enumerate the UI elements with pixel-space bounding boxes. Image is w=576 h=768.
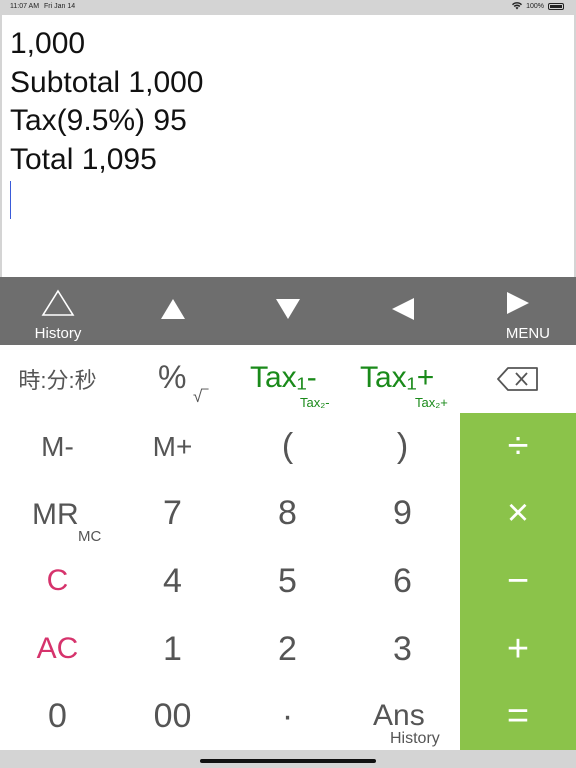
ans-history-label: History: [390, 730, 440, 747]
paren-close-key[interactable]: ): [345, 413, 460, 480]
tax1-minus-label: Tax₁-: [250, 361, 317, 394]
wifi-icon: [512, 2, 523, 10]
time-key[interactable]: 時:分:秒: [0, 345, 115, 413]
arrow-up-icon: [161, 298, 185, 319]
arrow-left-icon: [392, 297, 414, 320]
cursor-down-button[interactable]: [248, 277, 328, 345]
history-label: History: [34, 325, 82, 342]
cursor-left-button[interactable]: [363, 277, 443, 345]
subtract-key[interactable]: −: [460, 547, 576, 615]
m-minus-key[interactable]: M-: [0, 413, 115, 480]
digit-8-key[interactable]: 8: [230, 480, 345, 547]
m-plus-key[interactable]: M+: [115, 413, 230, 480]
digit-3-key[interactable]: 3: [345, 615, 460, 683]
digit-0-key[interactable]: 0: [0, 683, 115, 750]
tax2-plus-label: Tax₂+: [415, 395, 448, 410]
double-zero-key[interactable]: 00: [115, 683, 230, 750]
equals-key[interactable]: =: [460, 683, 576, 750]
cursor-up-button[interactable]: [133, 277, 213, 345]
status-right: 100%: [512, 2, 564, 10]
tax1-plus-key[interactable]: Tax₁+ Tax₂+: [345, 345, 460, 413]
status-bar: 11:07 AM Fri Jan 14 100%: [0, 0, 576, 14]
digit-4-key[interactable]: 4: [115, 547, 230, 615]
root-label: √‾: [193, 387, 208, 406]
backspace-icon: [497, 367, 538, 391]
all-clear-key[interactable]: AC: [0, 615, 115, 683]
divide-key[interactable]: ÷: [460, 413, 576, 480]
multiply-key[interactable]: ×: [460, 480, 576, 547]
percent-key[interactable]: % √‾: [115, 345, 230, 413]
display-line-entry: 1,000: [10, 27, 86, 60]
home-bar: [0, 750, 576, 768]
display-line-subtotal: Subtotal 1,000: [10, 65, 204, 99]
backspace-key[interactable]: [460, 345, 576, 413]
text-cursor: [10, 181, 11, 219]
digit-5-key[interactable]: 5: [230, 547, 345, 615]
tax2-minus-label: Tax₂-: [300, 395, 330, 410]
digit-1-key[interactable]: 1: [115, 615, 230, 683]
history-button[interactable]: History: [18, 277, 98, 345]
tax1-plus-label: Tax₁+: [360, 361, 435, 394]
home-indicator[interactable]: [200, 759, 376, 763]
battery-percent: 100%: [526, 2, 544, 10]
battery-icon: [548, 2, 564, 10]
toolbar: History MENU: [0, 277, 576, 345]
digit-6-key[interactable]: 6: [345, 547, 460, 615]
status-time: 11:07 AM: [10, 3, 40, 10]
add-key[interactable]: +: [460, 615, 576, 683]
tax1-minus-key[interactable]: Tax₁- Tax₂-: [230, 345, 345, 413]
digit-9-key[interactable]: 9: [345, 480, 460, 547]
clear-key[interactable]: C: [0, 547, 115, 615]
arrow-right-icon: [507, 292, 529, 314]
menu-label: MENU: [505, 325, 550, 342]
display-line-tax: Tax(9.5%) 95: [10, 104, 187, 137]
paren-open-key[interactable]: (: [230, 413, 345, 480]
percent-label: %: [158, 359, 187, 395]
display-line-total: Total 1,095: [10, 142, 157, 176]
calculation-display[interactable]: 1,000 Subtotal 1,000 Tax(9.5%) 95 Total …: [2, 15, 574, 277]
digit-7-key[interactable]: 7: [115, 480, 230, 547]
cursor-right-button[interactable]: MENU: [478, 277, 558, 345]
decimal-point-key[interactable]: ·: [230, 683, 345, 750]
triangle-outline-icon: [41, 289, 75, 316]
ans-label: Ans: [373, 699, 425, 732]
digit-2-key[interactable]: 2: [230, 615, 345, 683]
arrow-down-icon: [276, 298, 300, 319]
mc-label: MC: [78, 528, 102, 545]
memory-recall-key[interactable]: MR MC: [0, 480, 115, 547]
status-date: Fri Jan 14: [44, 3, 76, 10]
mr-label: MR: [32, 498, 79, 531]
ans-key[interactable]: Ans History: [345, 683, 460, 750]
